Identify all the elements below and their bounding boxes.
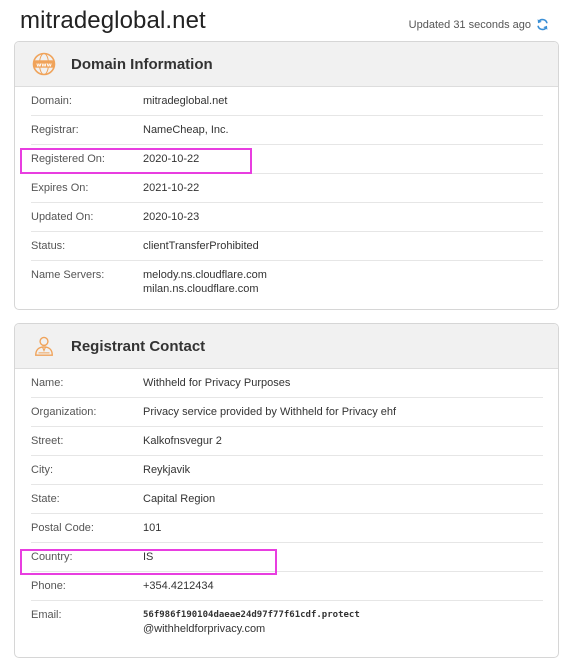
row-label: Phone: — [31, 580, 66, 592]
row-value: melody.ns.cloudflare.com milan.ns.cloudf… — [143, 269, 267, 297]
row-label: City: — [31, 464, 53, 476]
updated-text: Updated 31 seconds ago — [408, 18, 531, 31]
row-value: clientTransferProhibited — [143, 240, 259, 252]
domain-information-rows: Domain: mitradeglobal.net Registrar: Nam… — [15, 87, 558, 307]
row-label: Status: — [31, 240, 66, 252]
country-row: Country: IS — [31, 543, 543, 572]
www-globe-icon: www — [32, 52, 56, 76]
row-label: Domain: — [31, 95, 72, 107]
row-label: Organization: — [31, 406, 97, 418]
row-value: 56f986f190104daeae24d97f77f61cdf.protect… — [143, 609, 360, 637]
phone-row: Phone: +354.4212434 — [31, 572, 543, 601]
registrant-contact-rows: Name: Withheld for Privacy Purposes Orga… — [15, 369, 558, 647]
updated-status: Updated 31 seconds ago — [409, 18, 549, 31]
street-row: Street: Kalkofnsvegur 2 — [31, 427, 543, 456]
domain-row: Domain: mitradeglobal.net — [31, 87, 543, 116]
row-label: Expires On: — [31, 182, 89, 194]
row-label: Name: — [31, 377, 64, 389]
row-label: Postal Code: — [31, 522, 94, 534]
row-value: Withheld for Privacy Purposes — [143, 377, 291, 389]
row-label: Updated On: — [31, 211, 94, 223]
section-title: Registrant Contact — [71, 337, 206, 355]
organization-row: Organization: Privacy service provided b… — [31, 398, 543, 427]
row-value: 2021-10-22 — [143, 182, 200, 194]
svg-text:www: www — [36, 62, 52, 68]
email-domain-part: @withheldforprivacy.com — [143, 623, 266, 635]
row-value: Reykjavik — [143, 464, 191, 476]
registrar-row: Registrar: NameCheap, Inc. — [31, 116, 543, 145]
row-label: Country: — [31, 551, 73, 563]
name-servers-row: Name Servers: melody.ns.cloudflare.com m… — [31, 261, 543, 307]
row-value: NameCheap, Inc. — [143, 124, 229, 136]
expires-on-row: Expires On: 2021-10-22 — [31, 174, 543, 203]
domain-information-card: www Domain Information Domain: mitradegl… — [14, 41, 559, 310]
row-value: 101 — [143, 522, 162, 534]
section-title: Domain Information — [71, 55, 213, 73]
updated-on-row: Updated On: 2020-10-23 — [31, 203, 543, 232]
domain-information-header: www Domain Information — [15, 42, 558, 87]
row-label: Street: — [31, 435, 64, 447]
registrant-contact-header: Registrant Contact — [15, 324, 558, 369]
name-server-2: milan.ns.cloudflare.com — [143, 283, 259, 295]
row-label: Name Servers: — [31, 269, 105, 281]
row-value: 2020-10-23 — [143, 211, 200, 223]
registrant-contact-card: Registrant Contact Name: Withheld for Pr… — [14, 323, 559, 658]
status-row: Status: clientTransferProhibited — [31, 232, 543, 261]
registered-on-row: Registered On: 2020-10-22 — [31, 145, 543, 174]
row-label: State: — [31, 493, 60, 505]
row-label: Registered On: — [31, 153, 105, 165]
person-icon — [32, 334, 56, 358]
postal-code-row: Postal Code: 101 — [31, 514, 543, 543]
page-title: mitradeglobal.net — [20, 7, 206, 34]
row-value: Privacy service provided by Withheld for… — [143, 406, 397, 418]
row-value: +354.4212434 — [143, 580, 214, 592]
city-row: City: Reykjavik — [31, 456, 543, 485]
row-label: Registrar: — [31, 124, 79, 136]
row-value: IS — [143, 551, 154, 563]
email-row: Email: 56f986f190104daeae24d97f77f61cdf.… — [31, 601, 543, 647]
row-value: Kalkofnsvegur 2 — [143, 435, 222, 447]
row-label: Email: — [31, 609, 62, 621]
name-row: Name: Withheld for Privacy Purposes — [31, 369, 543, 398]
row-value: mitradeglobal.net — [143, 95, 228, 107]
refresh-icon[interactable] — [536, 18, 549, 31]
row-value: Capital Region — [143, 493, 216, 505]
row-value: 2020-10-22 — [143, 153, 200, 165]
page-header: mitradeglobal.net Updated 31 seconds ago — [0, 0, 563, 42]
state-row: State: Capital Region — [31, 485, 543, 514]
